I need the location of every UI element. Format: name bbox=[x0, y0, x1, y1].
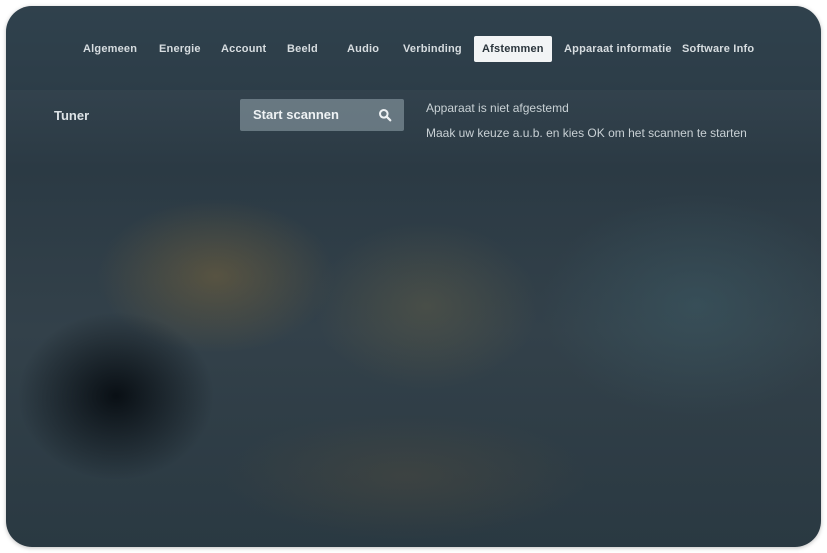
tab-algemeen[interactable]: Algemeen bbox=[83, 36, 137, 62]
start-scan-button[interactable]: Start scannen bbox=[240, 99, 404, 131]
tab-account[interactable]: Account bbox=[221, 36, 266, 62]
tab-verbinding[interactable]: Verbinding bbox=[403, 36, 462, 62]
search-icon bbox=[379, 109, 392, 122]
tab-apparaat-informatie[interactable]: Apparaat informatie bbox=[564, 36, 672, 62]
tab-beeld[interactable]: Beeld bbox=[287, 36, 318, 62]
settings-screen: Algemeen Energie Account Beeld Audio Ver… bbox=[6, 6, 821, 547]
tuner-label: Tuner bbox=[54, 108, 90, 123]
tab-energie[interactable]: Energie bbox=[159, 36, 201, 62]
tab-afstemmen[interactable]: Afstemmen bbox=[474, 36, 552, 62]
tab-audio[interactable]: Audio bbox=[347, 36, 379, 62]
status-message: Apparaat is niet afgestemd bbox=[426, 101, 569, 115]
settings-tab-bar: Algemeen Energie Account Beeld Audio Ver… bbox=[6, 6, 821, 90]
tab-software-info[interactable]: Software Info bbox=[682, 36, 754, 62]
instruction-message: Maak uw keuze a.u.b. en kies OK om het s… bbox=[426, 126, 747, 140]
start-scan-label: Start scannen bbox=[253, 107, 339, 122]
